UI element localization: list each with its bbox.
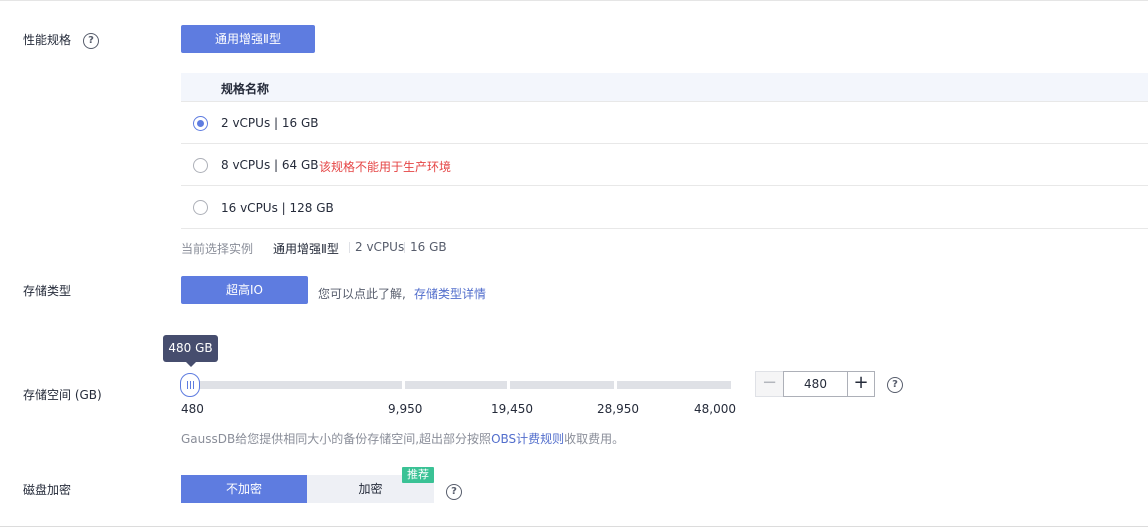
row-divider (181, 228, 1148, 229)
spec-type-button[interactable]: 通用增强Ⅱ型 (181, 25, 315, 53)
backup-storage-note: GaussDB给您提供相同大小的备份存储空间,超出部分按照OBS计费规则收取费用… (181, 430, 624, 447)
current-spec-cpu: 2 vCPUs (355, 240, 405, 254)
spec-row-text: 16 vCPUs | 128 GB (221, 201, 334, 215)
slider-tick-label: 48,000 (694, 402, 736, 416)
performance-label: 性能规格 (23, 33, 72, 47)
storage-slider-track[interactable] (181, 381, 731, 389)
note-text: 收取费用。 (564, 432, 625, 446)
separator (349, 242, 350, 253)
tooltip-arrow (186, 362, 196, 367)
encryption-help-icon[interactable]: ? (446, 484, 462, 500)
spec-radio-2[interactable] (193, 158, 208, 173)
current-spec-type: 通用增强Ⅱ型 (273, 242, 339, 256)
disk-encryption-label: 磁盘加密 (23, 483, 72, 497)
spec-row-text: 2 vCPUs | 16 GB (221, 116, 319, 130)
slider-value-tooltip: 480 GB (163, 335, 218, 362)
top-divider (0, 0, 1148, 1)
slider-tick-label: 480 (181, 402, 204, 416)
storage-type-hint: 您可以点此了解, (318, 287, 406, 301)
storage-type-details-link[interactable]: 存储类型详情 (414, 285, 486, 302)
slider-segment-gap (402, 381, 405, 389)
current-spec-memory: 16 GB (410, 240, 447, 254)
slider-tick-label: 9,950 (388, 402, 423, 416)
current-selection-label: 当前选择实例 (181, 242, 254, 256)
increase-button[interactable]: + (847, 371, 875, 397)
storage-size-input[interactable]: 480 (783, 371, 848, 397)
slider-segment-gap (507, 381, 510, 389)
slider-tick-label: 19,450 (491, 402, 533, 416)
storage-type-button[interactable]: 超高IO (181, 276, 308, 304)
spec-warning-text: 该规格不能用于生产环境 (319, 160, 452, 174)
spec-name-column-header: 规格名称 (221, 82, 270, 96)
slider-tick-label: 28,950 (597, 402, 639, 416)
performance-help-icon[interactable]: ? (83, 33, 99, 49)
spec-radio-1[interactable] (193, 116, 208, 131)
slider-segment-gap (614, 381, 617, 389)
bottom-divider (0, 526, 1148, 527)
spec-radio-3[interactable] (193, 200, 208, 215)
storage-space-help-icon[interactable]: ? (887, 377, 903, 393)
separator (404, 242, 405, 253)
recommended-badge: 推荐 (402, 467, 434, 483)
storage-space-label: 存储空间 (GB) (23, 388, 102, 402)
obs-billing-rules-link[interactable]: OBS计费规则 (491, 432, 564, 446)
spec-row-2[interactable]: 8 vCPUs | 64 GB 该规格不能用于生产环境 (181, 144, 1148, 185)
decrease-button[interactable]: − (755, 371, 784, 397)
spec-table-header (181, 73, 1148, 101)
note-text: GaussDB给您提供相同大小的备份存储空间,超出部分按照 (181, 432, 492, 446)
spec-row-text: 8 vCPUs | 64 GB (221, 158, 319, 172)
spec-row-3[interactable]: 16 vCPUs | 128 GB (181, 186, 1148, 228)
storage-type-label: 存储类型 (23, 284, 72, 298)
spec-row-1[interactable]: 2 vCPUs | 16 GB (181, 102, 1148, 143)
storage-slider-handle[interactable] (180, 373, 200, 397)
no-encryption-option[interactable]: 不加密 (181, 475, 307, 503)
